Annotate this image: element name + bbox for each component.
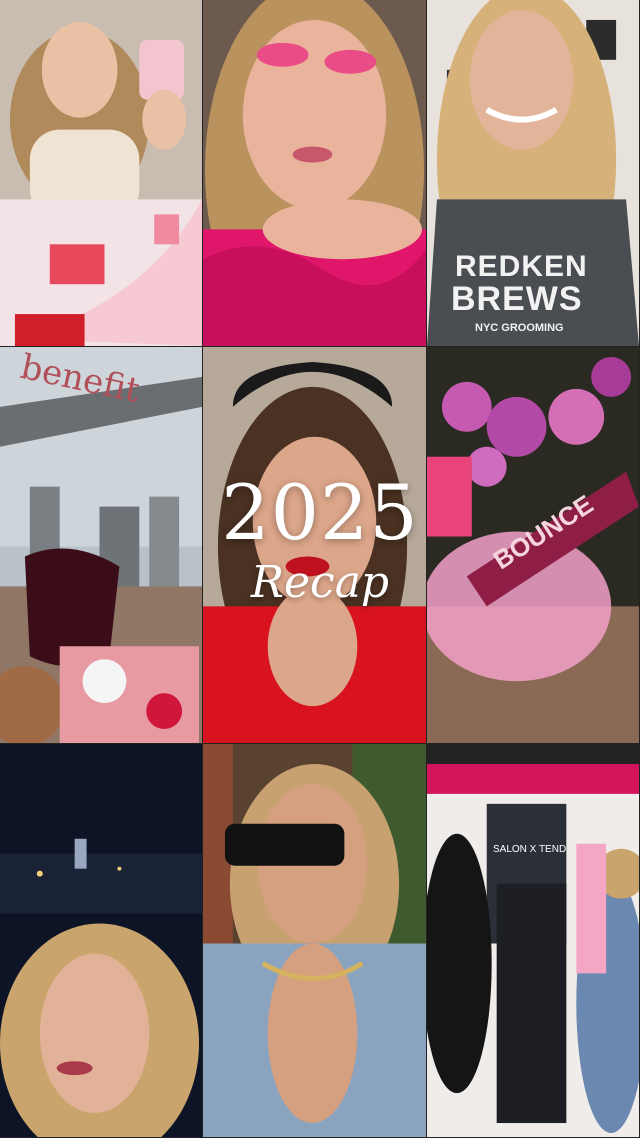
photo-flowers-bounce-box: BOUNCE (427, 347, 640, 744)
photo-night-city-selfie (0, 744, 203, 1138)
photo-mirror-selfie (0, 0, 203, 347)
store-sign-text: SALON X TEND (493, 844, 567, 855)
photo-redken-shirt: REDKEN BREWS NYC GROOMING (427, 0, 640, 347)
shirt-text-line1: REDKEN (455, 250, 588, 283)
photo-collage: REDKEN BREWS NYC GROOMING benefit BOUNCE… (0, 0, 640, 1138)
photo-wine-glass-benefit: benefit (0, 347, 203, 744)
photo-red-lips-bow (203, 347, 427, 744)
photo-sunglasses-denim (203, 744, 427, 1138)
photo-pink-glam-makeup (203, 0, 427, 347)
photo-salon-xtend-store: SALON X TEND (427, 744, 640, 1138)
shirt-text-line2: BREWS (451, 280, 583, 318)
shirt-text-line3: NYC GROOMING (475, 322, 564, 334)
